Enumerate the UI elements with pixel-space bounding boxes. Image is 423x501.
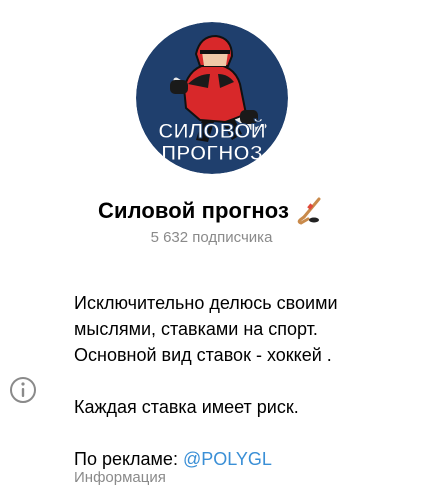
description-spacer xyxy=(74,368,414,394)
subscriber-count: 5 632 подписчика xyxy=(150,229,273,246)
description-line: Основной вид ставок - хоккей . xyxy=(74,345,332,365)
info-icon xyxy=(9,376,37,404)
info-section-label: Информация xyxy=(74,469,166,486)
avatar-text-line2: ПРОГНОЗ xyxy=(161,142,263,165)
channel-name: Силовой прогноз xyxy=(97,198,290,223)
ads-contact-link[interactable]: @POLYGL xyxy=(183,449,272,469)
hockey-player-logo: СИЛОВОЙ ПРОГНОЗ xyxy=(136,22,288,174)
description-line: мыслями, ставками на спорт. xyxy=(74,319,318,339)
channel-avatar[interactable]: СИЛОВОЙ ПРОГНОЗ xyxy=(136,22,288,174)
description-line: Исключительно делюсь своими xyxy=(74,293,338,313)
channel-description: Исключительно делюсь своими мыслями, ста… xyxy=(74,290,414,472)
description-spacer xyxy=(74,420,414,446)
avatar-text-line1: СИЛОВОЙ xyxy=(158,119,265,143)
ads-prefix: По рекламе: xyxy=(74,449,183,469)
description-line: Каждая ставка имеет риск. xyxy=(74,397,299,417)
channel-title-row: Силовой прогноз xyxy=(0,194,423,228)
hockey-stick-icon xyxy=(295,196,325,226)
